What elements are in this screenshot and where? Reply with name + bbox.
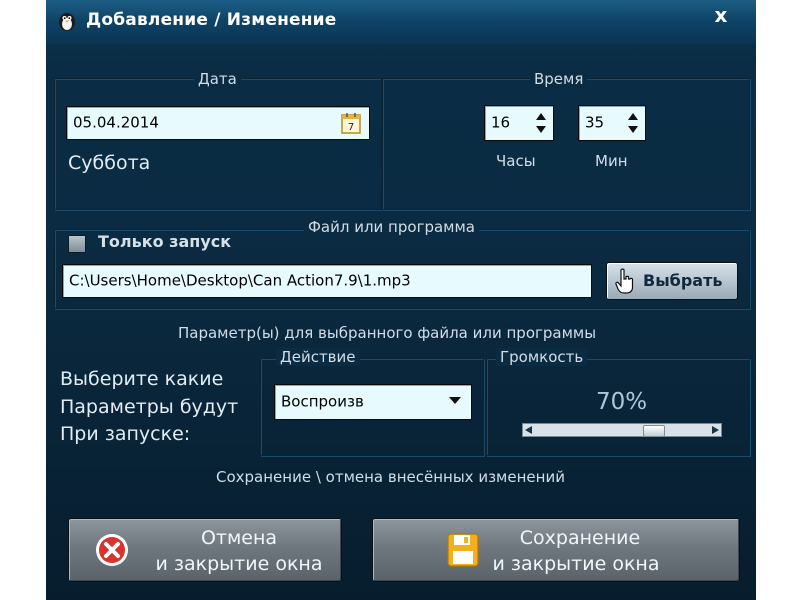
- cancel-close-button[interactable]: Отмена и закрытие окна: [68, 518, 342, 582]
- hours-value: 16: [491, 113, 511, 132]
- volume-percent-text: 70%: [596, 389, 648, 415]
- only-launch-label[interactable]: Только запуск: [98, 232, 231, 251]
- file-group-label: Файл или программа: [304, 218, 479, 236]
- weekday-label: Суббота: [68, 152, 151, 174]
- action-group-label: Действие: [276, 348, 360, 366]
- only-launch-checkbox[interactable]: [68, 235, 86, 253]
- right-arrow-icon[interactable]: [712, 426, 719, 434]
- action-dropdown[interactable]: Воспроизв: [274, 384, 472, 420]
- left-arrow-icon[interactable]: [525, 426, 532, 434]
- spin-arrows-icon[interactable]: [627, 111, 639, 135]
- minutes-value: 35: [585, 113, 605, 132]
- time-group-frame: [382, 78, 750, 210]
- close-button[interactable]: x: [690, 0, 752, 30]
- volume-slider-thumb[interactable]: [642, 425, 665, 437]
- save-button-line-1: Сохранение: [519, 527, 641, 549]
- floppy-disk-icon: [447, 533, 479, 567]
- params-group-label: Параметр(ы) для выбранного файла или про…: [178, 324, 597, 342]
- hours-label: Часы: [496, 152, 536, 170]
- chevron-down-icon[interactable]: [449, 397, 461, 405]
- file-path-value: C:\Users\Home\Desktop\Can Action7.9\1.mp…: [69, 271, 411, 290]
- date-field[interactable]: 05.04.2014 7: [66, 106, 370, 140]
- close-circle-icon: [96, 534, 128, 566]
- penguin-icon: [59, 13, 75, 31]
- minutes-spinbox[interactable]: 35: [578, 105, 646, 141]
- save-cancel-label: Сохранение \ отмена внесённых изменений: [216, 468, 565, 486]
- params-prompt-line-2: Параметры будут: [60, 396, 239, 418]
- date-value: 05.04.2014: [73, 113, 159, 132]
- title-bar[interactable]: Добавление / Изменение x: [46, 0, 756, 44]
- calendar-icon[interactable]: 7: [341, 112, 361, 134]
- cancel-button-line-2: и закрытие окна: [155, 553, 323, 575]
- spin-arrows-icon[interactable]: [535, 111, 547, 135]
- browse-button[interactable]: Выбрать: [606, 262, 738, 300]
- file-path-field[interactable]: C:\Users\Home\Desktop\Can Action7.9\1.mp…: [62, 264, 592, 298]
- browse-button-label: Выбрать: [643, 271, 723, 290]
- volume-slider[interactable]: [522, 423, 722, 437]
- save-close-button[interactable]: Сохранение и закрытие окна: [372, 518, 740, 582]
- minutes-label: Мин: [595, 152, 628, 170]
- hours-spinbox[interactable]: 16: [484, 105, 554, 141]
- date-group-label: Дата: [194, 70, 241, 88]
- hand-pointer-icon: [615, 268, 634, 294]
- time-group-label: Время: [530, 70, 588, 88]
- volume-group-label: Громкость: [496, 348, 588, 366]
- date-group-frame: [54, 78, 382, 210]
- params-prompt-line-1: Выберите какие: [60, 368, 224, 390]
- svg-text:7: 7: [348, 122, 354, 133]
- action-dropdown-value: Воспроизв: [281, 392, 364, 411]
- params-prompt-line-3: При запуске:: [60, 423, 191, 445]
- window-title: Добавление / Изменение: [86, 10, 337, 30]
- save-button-line-2: и закрытие окна: [492, 553, 660, 575]
- dialog-window: Добавление / Изменение x Дата 05.04.2014…: [46, 0, 756, 600]
- cancel-button-line-1: Отмена: [200, 527, 278, 549]
